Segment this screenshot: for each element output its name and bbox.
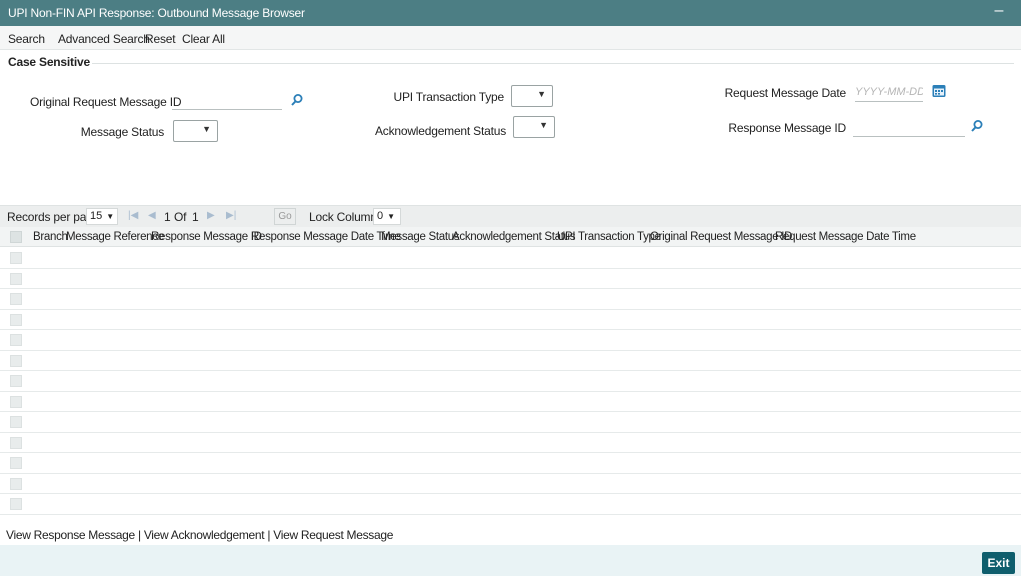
table-row: [0, 289, 1021, 310]
window-title: UPI Non-FIN API Response: Outbound Messa…: [8, 6, 305, 20]
column-header-response-message-id[interactable]: Response Message ID: [151, 231, 262, 243]
caret-down-icon: ▼: [202, 124, 211, 134]
message-status-label: Message Status: [80, 125, 164, 139]
link-separator: |: [137, 528, 141, 542]
page-total: 1: [192, 210, 199, 224]
row-checkbox[interactable]: [10, 252, 22, 264]
row-checkbox[interactable]: [10, 313, 22, 326]
caret-down-icon: ▼: [106, 212, 115, 221]
row-checkbox[interactable]: [10, 477, 22, 490]
row-checkbox[interactable]: [10, 375, 22, 387]
go-button[interactable]: Go: [274, 208, 296, 225]
table-row: [0, 392, 1021, 412]
column-header-original-request-message-id[interactable]: Original Request Message ID: [650, 231, 792, 243]
row-checkbox[interactable]: [10, 498, 22, 510]
table-row: [0, 474, 1021, 494]
table-row: [0, 371, 1021, 392]
minimize-button[interactable]: –: [991, 3, 1007, 20]
last-page-icon[interactable]: ▶|: [226, 210, 236, 221]
acknowledgement-status-label: Acknowledgement Status: [374, 124, 506, 138]
grid-header: Branch Message Reference Response Messag…: [0, 227, 1021, 247]
calendar-icon[interactable]: [932, 84, 946, 98]
acknowledgement-status-select[interactable]: ▼: [513, 116, 555, 138]
grid-toolbar: Records per page 15 ▼ |◀ ◀ 1 Of 1 ▶ ▶| Go…: [0, 205, 1021, 227]
select-all-checkbox[interactable]: [10, 231, 22, 243]
column-header-upi-transaction-type[interactable]: UPI Transaction Type: [557, 231, 661, 243]
search-icon[interactable]: [970, 119, 984, 133]
records-per-page-select[interactable]: 15 ▼: [86, 208, 118, 225]
lock-columns-value: 0: [377, 210, 384, 222]
row-checkbox[interactable]: [10, 272, 22, 285]
next-page-icon[interactable]: ▶: [207, 210, 215, 221]
row-checkbox[interactable]: [10, 416, 22, 428]
bottom-bar: Exit: [0, 545, 1021, 576]
row-checkbox[interactable]: [10, 293, 22, 305]
view-request-message-link[interactable]: View Request Message: [273, 528, 393, 542]
clear-all-menu-item[interactable]: Clear All: [182, 32, 225, 46]
prev-page-icon[interactable]: ◀: [148, 210, 156, 221]
table-row: [0, 248, 1021, 269]
view-response-message-link[interactable]: View Response Message: [6, 528, 135, 542]
lock-columns-label: Lock Columns: [309, 210, 383, 224]
row-checkbox[interactable]: [10, 334, 22, 346]
table-row: [0, 351, 1021, 371]
column-header-message-status[interactable]: Message Status: [381, 231, 460, 243]
table-row: [0, 412, 1021, 433]
section-divider: [92, 63, 1014, 64]
case-sensitive-label: Case Sensitive: [8, 55, 90, 69]
column-header-branch[interactable]: Branch: [33, 231, 68, 243]
reset-menu-item[interactable]: Reset: [145, 32, 176, 46]
upi-transaction-type-label: UPI Transaction Type: [393, 90, 504, 104]
caret-down-icon: ▼: [387, 212, 396, 221]
page-of-label: Of: [174, 210, 187, 224]
response-message-id-label: Response Message ID: [728, 121, 846, 135]
records-per-page-value: 15: [90, 210, 103, 222]
grid-body: [0, 248, 1021, 515]
table-row: [0, 310, 1021, 330]
upi-transaction-type-select[interactable]: ▼: [511, 85, 553, 107]
table-row: [0, 433, 1021, 453]
row-checkbox[interactable]: [10, 354, 22, 367]
footer-links: View Response Message | View Acknowledge…: [6, 528, 393, 542]
table-row: [0, 453, 1021, 474]
request-message-date-input[interactable]: [855, 82, 923, 102]
link-separator: |: [267, 528, 271, 542]
view-acknowledgement-link[interactable]: View Acknowledgement: [144, 528, 265, 542]
row-checkbox[interactable]: [10, 436, 22, 449]
request-message-date-label: Request Message Date: [724, 86, 847, 100]
message-status-select[interactable]: ▼: [173, 120, 218, 142]
table-row: [0, 494, 1021, 515]
column-header-message-reference[interactable]: Message Reference: [66, 231, 164, 243]
caret-down-icon: ▼: [537, 89, 546, 99]
column-header-response-message-date-time[interactable]: Response Message Date Time: [251, 231, 401, 243]
table-row: [0, 269, 1021, 289]
page-current: 1: [164, 210, 171, 224]
response-message-id-input[interactable]: [853, 117, 965, 137]
original-request-message-id-input[interactable]: [172, 90, 282, 110]
table-row: [0, 330, 1021, 351]
search-icon[interactable]: [290, 93, 304, 107]
search-menu-item[interactable]: Search: [8, 32, 45, 46]
caret-down-icon: ▼: [539, 120, 548, 130]
exit-button[interactable]: Exit: [982, 552, 1015, 574]
first-page-icon[interactable]: |◀: [128, 210, 138, 221]
title-bar: UPI Non-FIN API Response: Outbound Messa…: [0, 0, 1021, 26]
column-header-request-message-date-time[interactable]: Request Message Date Time: [775, 231, 916, 243]
row-checkbox[interactable]: [10, 395, 22, 408]
menu-bar: Search Advanced Search Reset Clear All: [0, 26, 1021, 50]
original-request-message-id-label: Original Request Message ID: [30, 95, 182, 109]
advanced-search-menu-item[interactable]: Advanced Search: [58, 32, 150, 46]
lock-columns-select[interactable]: 0 ▼: [373, 208, 401, 225]
row-checkbox[interactable]: [10, 457, 22, 469]
